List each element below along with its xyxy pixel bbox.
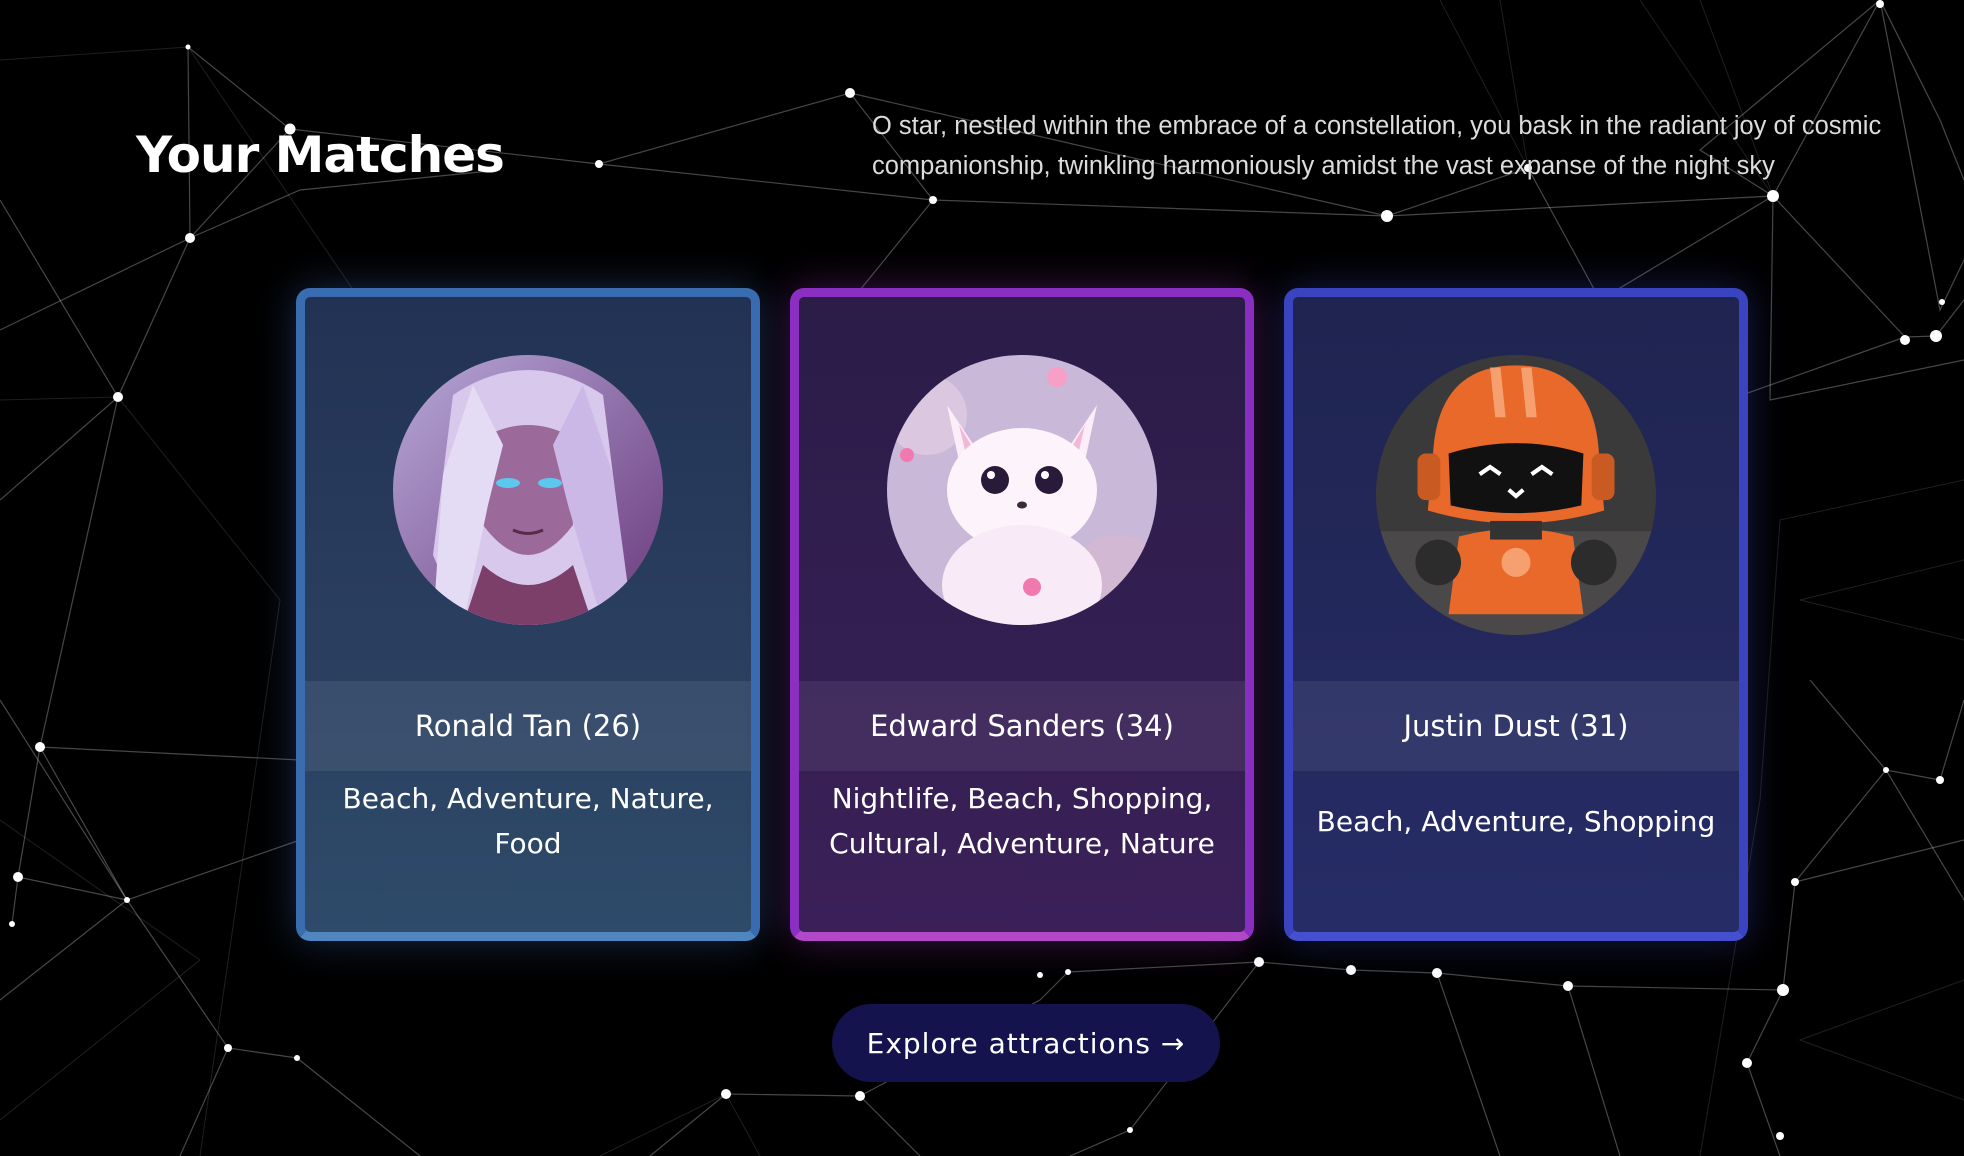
- avatar-elf-warrior: [393, 355, 663, 625]
- elf-warrior-portrait-icon: [393, 355, 663, 625]
- match-name: Ronald Tan (26): [414, 709, 642, 743]
- match-name-band: Ronald Tan (26): [305, 681, 751, 771]
- match-interests: Beach, Adventure, Shopping: [1316, 804, 1716, 838]
- white-fox-creature-icon: [887, 355, 1157, 625]
- match-card-justin-dust[interactable]: Justin Dust (31) Beach, Adventure, Shopp…: [1284, 288, 1748, 941]
- orange-robot-icon: [1376, 355, 1656, 635]
- match-card-edward-sanders[interactable]: Edward Sanders (34) Nightlife, Beach, Sh…: [790, 288, 1254, 941]
- explore-attractions-button[interactable]: Explore attractions →: [832, 1004, 1220, 1082]
- match-card-ronald-tan[interactable]: Ronald Tan (26) Beach, Adventure, Nature…: [296, 288, 760, 941]
- match-cards: Ronald Tan (26) Beach, Adventure, Nature…: [0, 0, 1964, 1156]
- match-name: Edward Sanders (34): [870, 709, 1174, 743]
- match-name-band: Edward Sanders (34): [799, 681, 1245, 771]
- match-name: Justin Dust (31): [1403, 709, 1629, 743]
- match-interests: Beach, Adventure, Nature, Food: [342, 782, 714, 860]
- avatar-white-fox: [887, 355, 1157, 625]
- match-name-band: Justin Dust (31): [1293, 681, 1739, 771]
- match-interests: Nightlife, Beach, Shopping, Cultural, Ad…: [829, 782, 1215, 860]
- avatar-orange-robot: [1376, 355, 1656, 635]
